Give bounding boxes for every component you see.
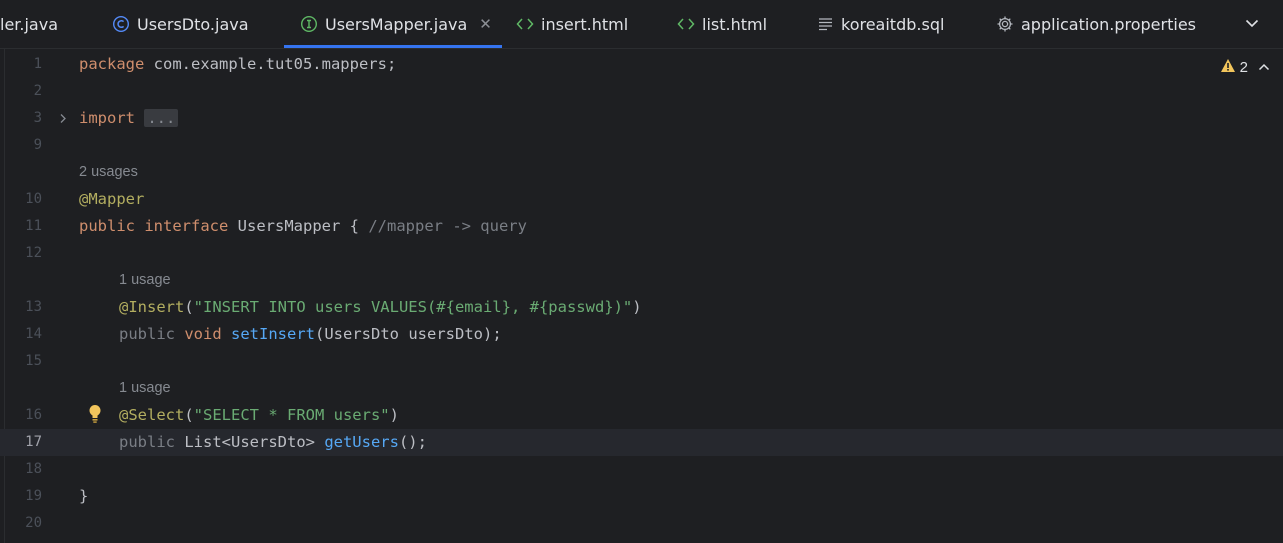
line-number: 3 — [33, 110, 42, 126]
code-line: 19 } — [0, 483, 1283, 510]
usages-hint[interactable]: 1 usage — [119, 377, 171, 399]
code-line: 1 package com.example.tut05.mappers; — [0, 51, 1283, 78]
code-text: @Insert("INSERT INTO users VALUES(#{emai… — [119, 298, 642, 316]
chevron-down-icon[interactable] — [1243, 14, 1261, 36]
line-number: 12 — [25, 245, 42, 261]
html-icon — [516, 17, 534, 31]
line-number: 17 — [25, 434, 42, 450]
code-line: 12 — [0, 240, 1283, 267]
code-text: } — [79, 487, 89, 505]
tab-label: insert.html — [541, 14, 629, 34]
line-number: 19 — [25, 488, 42, 504]
class-icon — [112, 15, 130, 33]
code-text: @Select("SELECT * FROM users") — [119, 406, 399, 424]
code-line: 10 @Mapper — [0, 186, 1283, 213]
html-icon — [677, 17, 695, 31]
folded-imports[interactable]: ... — [144, 109, 179, 127]
code-line: 15 — [0, 348, 1283, 375]
tab-label: list.html — [702, 14, 768, 34]
code-text: public void setInsert(UsersDto usersDto)… — [119, 325, 502, 343]
tab-label: UsersDto.java — [137, 14, 249, 34]
line-number: 1 — [33, 56, 42, 72]
code-line: 13 @Insert("INSERT INTO users VALUES(#{e… — [0, 294, 1283, 321]
line-number: 15 — [25, 353, 42, 369]
line-number: 18 — [25, 461, 42, 477]
usages-hint[interactable]: 1 usage — [119, 269, 171, 291]
code-line-current: 17 public List<UsersDto> getUsers(); — [0, 429, 1283, 456]
code-editor[interactable]: 2 1 package com.example.tut05.mappers; 2… — [0, 48, 1283, 543]
tab-insert-html[interactable]: insert.html — [516, 0, 628, 48]
code-line: 14 public void setInsert(UsersDto usersD… — [0, 321, 1283, 348]
code-line: 18 — [0, 456, 1283, 483]
interface-icon — [300, 15, 318, 33]
line-number: 16 — [25, 407, 42, 423]
tab-label: application.properties — [1021, 14, 1196, 34]
tab-usersmapper-java[interactable]: UsersMapper.java ✕ — [284, 0, 502, 48]
tab-list-html[interactable]: list.html — [677, 0, 767, 48]
line-number: 13 — [25, 299, 42, 315]
close-icon[interactable]: ✕ — [479, 15, 492, 33]
code-line: 3 import ... — [0, 105, 1283, 132]
tab-label: ler.java — [0, 14, 59, 34]
tab-controller-java[interactable]: ler.java — [0, 0, 58, 48]
code-line: 9 — [0, 132, 1283, 159]
tab-application-properties[interactable]: application.properties — [996, 0, 1196, 48]
line-number: 11 — [25, 218, 42, 234]
code-text: public interface UsersMapper { //mapper … — [79, 217, 527, 235]
code-line: 16 @Select("SELECT * FROM users") — [0, 402, 1283, 429]
tab-usersdto-java[interactable]: UsersDto.java — [112, 0, 249, 48]
code-line: 20 — [0, 510, 1283, 537]
code-line: 2 — [0, 78, 1283, 105]
line-number: 9 — [33, 137, 42, 153]
usages-hint[interactable]: 2 usages — [79, 161, 138, 183]
tab-label: UsersMapper.java — [325, 14, 468, 34]
line-number: 20 — [25, 515, 42, 531]
tab-label: koreaitdb.sql — [841, 14, 945, 34]
tab-koreaitdb-sql[interactable]: koreaitdb.sql — [818, 0, 944, 48]
code-text: @Mapper — [79, 190, 145, 208]
line-number: 2 — [33, 83, 42, 99]
sql-icon — [818, 17, 834, 31]
line-number: 10 — [25, 191, 42, 207]
code-text: package com.example.tut05.mappers; — [79, 55, 397, 73]
code-line: 11 public interface UsersMapper { //mapp… — [0, 213, 1283, 240]
code-text: import ... — [79, 105, 179, 132]
line-number: 14 — [25, 326, 42, 342]
code-text: public List<UsersDto> getUsers(); — [119, 433, 427, 451]
editor-tab-bar: ler.java UsersDto.java UsersMapper.java … — [0, 0, 1283, 49]
gear-icon — [996, 15, 1014, 33]
